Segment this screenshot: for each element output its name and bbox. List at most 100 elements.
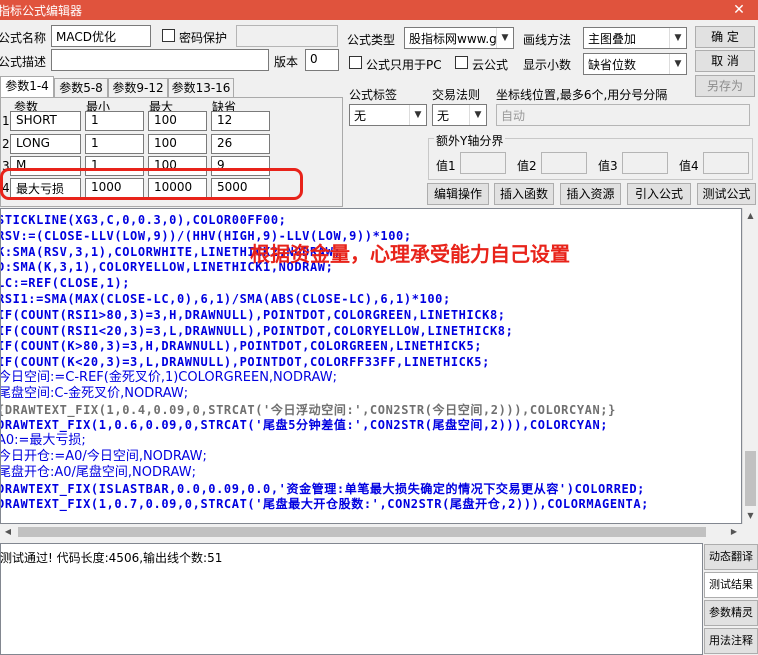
code-line: DRAWTEXT_FIX(ISLASTBAR,0.0,0.09,0.0,'资金管… (0, 481, 646, 496)
type-select[interactable]: 股指标网www.g ▼ (404, 27, 514, 49)
window-title: 指标公式编辑器 (0, 4, 83, 18)
highlight-box (0, 168, 303, 200)
code-line: STICKLINE(XG3,C,0,0.3,0),COLOR00FF00; (0, 213, 287, 227)
scroll-right-icon[interactable]: ▶ (726, 524, 742, 540)
draw-label: 画线方法 (523, 33, 572, 47)
draw-value: 主图叠加 (588, 32, 637, 46)
rule-select[interactable]: 无 ▼ (432, 104, 487, 126)
chevron-down-icon: ▼ (469, 105, 486, 125)
output-panel[interactable]: 测试通过! 代码长度:4506,输出线个数:51 (0, 543, 703, 655)
password-input[interactable] (236, 25, 338, 47)
code-line: DRAWTEXT_FIX(1,0.7,0.09,0,STRCAT('尾盘最大开仓… (0, 497, 649, 512)
version-label: 版本 (274, 55, 299, 69)
type-label: 公式类型 (347, 33, 396, 47)
param-min-input[interactable]: 1 (85, 111, 144, 131)
type-value: 股指标网www.g (409, 32, 497, 46)
chevron-down-icon: ▼ (669, 54, 686, 74)
code-line: DRAWTEXT_FIX(1,0.6,0.09,0,STRCAT('尾盘5分钟差… (0, 418, 609, 433)
yaxis-label-2: 值2 (517, 159, 537, 173)
code-line: RSI1:=SMA(MAX(CLOSE-LC,0),6,1)/SMA(ABS(C… (0, 292, 451, 306)
code-line: 尾盘开仓:A0/尾盘空间,NODRAW; (0, 464, 196, 480)
param-name-input[interactable]: LONG (10, 134, 81, 154)
pc-only-label: 公式只用于PC (366, 58, 442, 72)
tab-params-5-8[interactable]: 参数5-8 (54, 78, 108, 98)
code-line: IF(COUNT(K>80,3)=3,H,DRAWNULL),POINTDOT,… (0, 339, 483, 354)
tab-params-1-4[interactable]: 参数1-4 (0, 76, 54, 98)
param-min-input[interactable]: 1 (85, 134, 144, 154)
yaxis-group-label: 额外Y轴分界 (434, 132, 506, 149)
axis-label: 坐标线位置,最多6个,用分号分隔 (496, 88, 668, 102)
param-name-input[interactable]: SHORT (10, 111, 81, 131)
scroll-up-icon[interactable]: ▲ (743, 208, 758, 224)
scroll-left-icon[interactable]: ◀ (0, 524, 16, 540)
cloud-checkbox[interactable] (455, 56, 468, 69)
name-label: 公式名称 (0, 31, 47, 45)
yaxis-label-4: 值4 (679, 159, 699, 173)
code-line: IF(COUNT(RSI1>80,3)=3,H,DRAWNULL),POINTD… (0, 307, 506, 322)
dynamic-translate-button[interactable]: 动态翻译 (704, 544, 758, 570)
code-line: IF(COUNT(RSI1<20,3)=3,L,DRAWNULL),POINTD… (0, 323, 514, 338)
scroll-thumb[interactable] (745, 451, 756, 506)
annotation-text: 根据资金量，心理承受能力自己设置 (250, 242, 570, 266)
yaxis-input-3[interactable] (622, 152, 668, 174)
code-line: IF(COUNT(K<20,3)=3,L,DRAWNULL),POINTDOT,… (0, 355, 490, 370)
chevron-down-icon: ▼ (496, 28, 513, 48)
protect-checkbox[interactable] (162, 29, 175, 42)
rule-label: 交易法则 (432, 88, 481, 102)
param-default-input[interactable]: 12 (211, 111, 270, 131)
decimals-select[interactable]: 缺省位数 ▼ (583, 53, 687, 75)
code-line: 今日空间:=C-REF(金死叉价,1)COLORGREEN,NODRAW; (0, 370, 337, 385)
test-result-button[interactable]: 测试结果 (704, 572, 758, 598)
yaxis-input-4[interactable] (703, 152, 749, 174)
param-max-input[interactable]: 100 (148, 134, 207, 154)
rule-value: 无 (437, 109, 450, 123)
test-formula-button[interactable]: 测试公式 (697, 183, 756, 205)
title-bar: 指标公式编辑器 ✕ (0, 0, 758, 20)
decimals-label: 显示小数 (523, 58, 572, 72)
axis-input[interactable]: 自动 (496, 104, 750, 126)
code-vertical-scrollbar[interactable]: ▲ ▼ (742, 208, 758, 524)
desc-input[interactable] (51, 49, 269, 71)
param-max-input[interactable]: 100 (148, 111, 207, 131)
tab-params-9-12[interactable]: 参数9-12 (108, 78, 168, 98)
yaxis-label-1: 值1 (436, 159, 456, 173)
draw-select[interactable]: 主图叠加 ▼ (583, 27, 687, 49)
param-wizard-button[interactable]: 参数精灵 (704, 600, 758, 626)
protect-label: 密码保护 (179, 31, 228, 45)
pc-only-checkbox[interactable] (349, 56, 362, 69)
param-row-number: 2 (2, 137, 10, 151)
insert-function-button[interactable]: 插入函数 (494, 183, 554, 205)
code-horizontal-scrollbar[interactable]: ◀ ▶ (0, 524, 742, 540)
output-status: 测试通过! 代码长度:4506,输出线个数:51 (0, 551, 223, 565)
yaxis-input-2[interactable] (541, 152, 587, 174)
chevron-down-icon: ▼ (669, 28, 686, 48)
usage-notes-button[interactable]: 用法注释 (704, 628, 758, 654)
code-line: LC:=REF(CLOSE,1); (0, 276, 131, 291)
param-row-number: 1 (2, 114, 10, 128)
code-line: A0:=最大亏损; (0, 433, 86, 449)
scroll-down-icon[interactable]: ▼ (743, 508, 758, 524)
tag-label: 公式标签 (349, 88, 398, 102)
name-input[interactable]: MACD优化 (51, 25, 151, 47)
ok-button[interactable]: 确 定 (695, 26, 755, 48)
desc-label: 公式描述 (0, 55, 47, 69)
version-input[interactable]: 0 (305, 49, 339, 71)
tag-select[interactable]: 无 ▼ (349, 104, 427, 126)
cancel-button[interactable]: 取 消 (695, 50, 755, 72)
code-line: 今日开仓:=A0/今日空间,NODRAW; (0, 449, 207, 464)
import-formula-button[interactable]: 引入公式 (627, 183, 691, 205)
tag-value: 无 (354, 109, 367, 123)
edit-button[interactable]: 编辑操作 (427, 183, 489, 205)
code-line: 尾盘空间:C-金死叉价,NODRAW; (0, 385, 189, 401)
save-as-button[interactable]: 另存为 (695, 75, 755, 97)
yaxis-input-1[interactable] (460, 152, 506, 174)
tab-params-13-16[interactable]: 参数13-16 (168, 78, 234, 98)
insert-resource-button[interactable]: 插入资源 (560, 183, 621, 205)
param-default-input[interactable]: 26 (211, 134, 270, 154)
decimals-value: 缺省位数 (588, 58, 637, 72)
scroll-thumb-h[interactable] (18, 527, 706, 537)
yaxis-label-3: 值3 (598, 159, 618, 173)
code-line: {DRAWTEXT_FIX(1,0.4,0.09,0,STRCAT('今日浮动空… (0, 402, 616, 417)
close-icon[interactable]: ✕ (720, 0, 758, 20)
chevron-down-icon: ▼ (409, 105, 426, 125)
